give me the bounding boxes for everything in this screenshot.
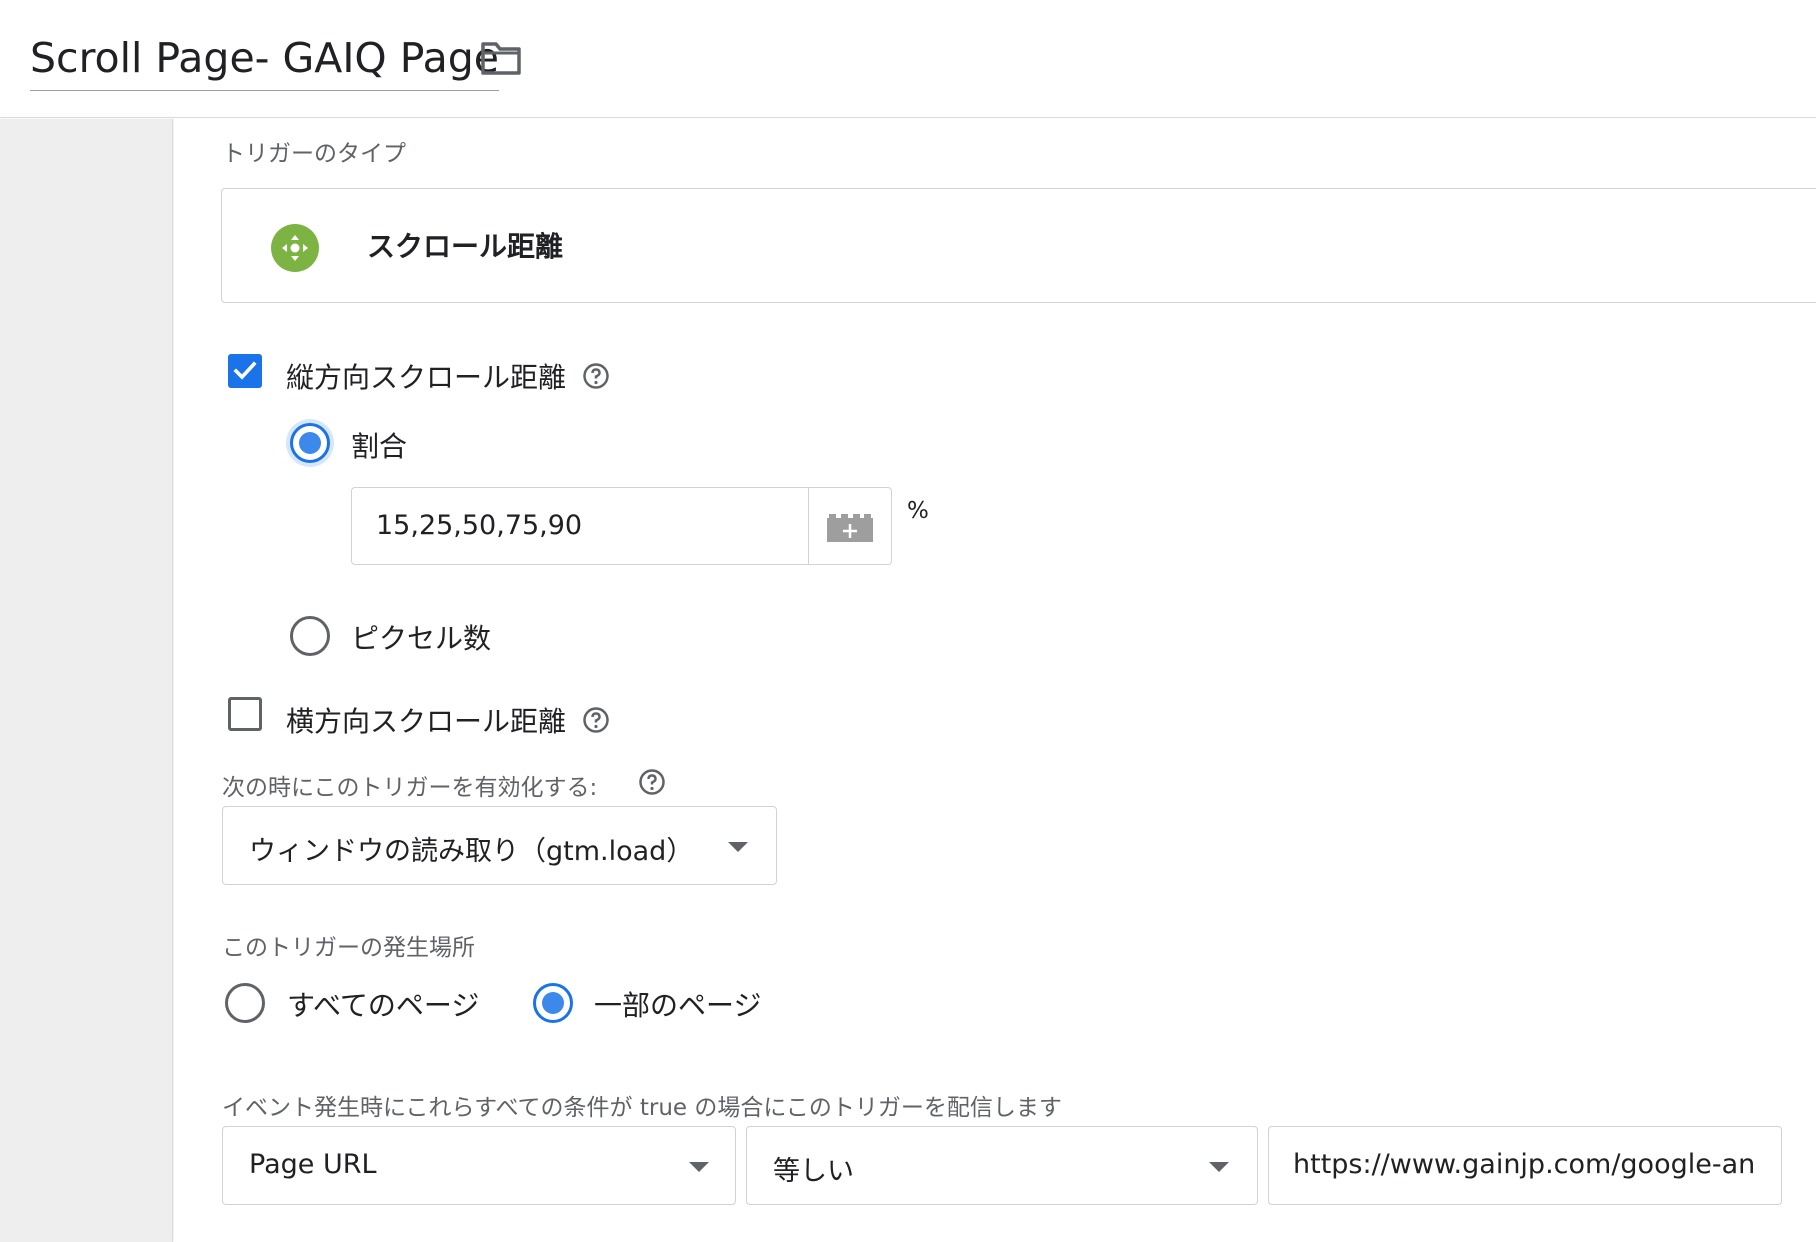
add-variable-icon [827, 514, 873, 542]
percent-unit: % [907, 498, 929, 524]
pixel-option-label: ピクセル数 [351, 622, 492, 655]
chevron-down-icon [728, 842, 748, 852]
condition-operator-select[interactable]: 等しい [746, 1126, 1258, 1205]
scroll-move-icon [271, 224, 319, 272]
condition-value-input[interactable]: https://www.gainjp.com/google-an [1268, 1126, 1782, 1205]
horizontal-scroll-label: 横方向スクロール距離 [286, 705, 567, 738]
fires-on-label: このトリガーの発生場所 [222, 935, 475, 961]
radio-percent[interactable] [290, 423, 330, 463]
enable-when-select[interactable]: ウィンドウの読み取り（gtm.load） [222, 806, 777, 885]
some-pages-label: 一部のページ [594, 989, 762, 1022]
variable-picker-button[interactable] [808, 487, 892, 565]
all-pages-label: すべてのページ [287, 989, 480, 1022]
trigger-type-card[interactable]: スクロール距離 [221, 188, 1816, 303]
enable-when-label: 次の時にこのトリガーを有効化する: [222, 775, 598, 801]
radio-all-pages[interactable] [225, 983, 265, 1023]
left-gutter [0, 119, 173, 1242]
percent-value-input[interactable]: 15,25,50,75,90 [351, 487, 811, 565]
vertical-scroll-label: 縦方向スクロール距離 [286, 361, 567, 394]
help-icon[interactable] [638, 768, 666, 796]
vertical-scroll-checkbox[interactable] [228, 354, 262, 388]
horizontal-scroll-checkbox[interactable] [228, 697, 262, 731]
trigger-type-label: トリガーのタイプ [222, 141, 406, 167]
percent-value: 15,25,50,75,90 [376, 510, 583, 541]
percent-option-label: 割合 [351, 430, 408, 463]
condition-variable-select[interactable]: Page URL [222, 1126, 736, 1205]
condition-operator: 等しい [773, 1156, 854, 1187]
trigger-title[interactable]: Scroll Page- GAIQ Page [30, 30, 499, 91]
condition-variable: Page URL [249, 1149, 377, 1180]
chevron-down-icon [689, 1162, 709, 1172]
radio-pixels[interactable] [290, 616, 330, 656]
help-icon[interactable] [582, 706, 610, 734]
help-icon[interactable] [582, 362, 610, 390]
conditions-label: イベント発生時にこれらすべての条件が true の場合にこのトリガーを配信します [222, 1095, 1062, 1121]
chevron-down-icon [1209, 1162, 1229, 1172]
enable-when-value: ウィンドウの読み取り（gtm.load） [249, 836, 694, 867]
trigger-type-name: スクロール距離 [367, 230, 564, 263]
header: Scroll Page- GAIQ Page [0, 0, 1816, 118]
folder-icon[interactable] [480, 38, 522, 78]
condition-value: https://www.gainjp.com/google-an [1293, 1149, 1756, 1180]
radio-some-pages[interactable] [533, 983, 573, 1023]
checkmark-icon [233, 361, 257, 380]
